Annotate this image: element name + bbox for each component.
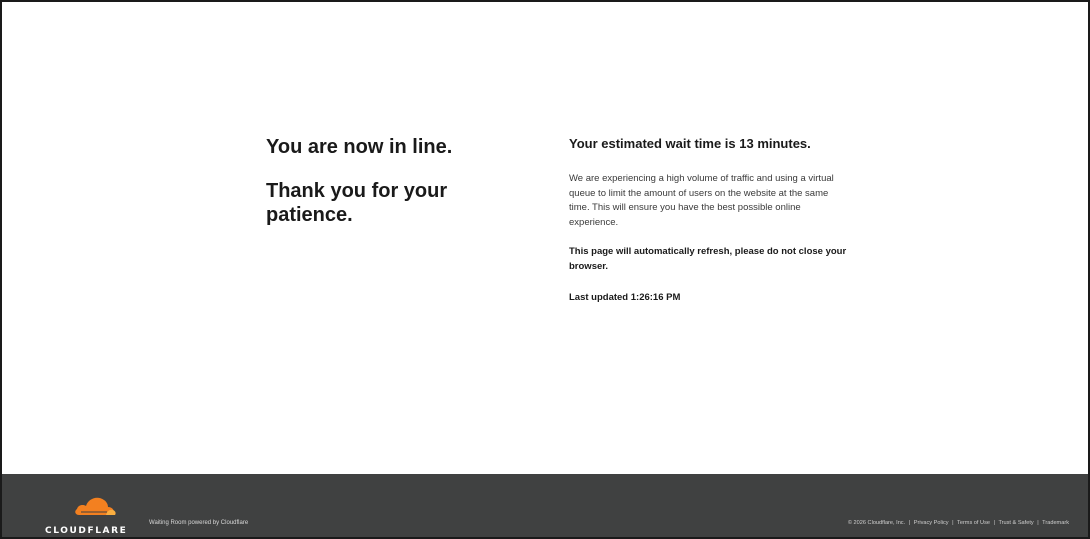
page-frame: You are now in line. Thank you for your … (0, 0, 1090, 539)
estimated-wait-time: Your estimated wait time is 13 minutes. (569, 136, 811, 151)
separator: | (908, 520, 911, 526)
separator: | (952, 520, 954, 526)
separator: | (1037, 520, 1039, 526)
queue-description: We are experiencing a high volume of tra… (569, 173, 834, 228)
last-updated-timestamp: Last updated 1:26:16 PM (569, 292, 681, 303)
cloudflare-cloud-icon (75, 497, 116, 515)
queue-message: You are now in line. Thank you for your … (266, 135, 506, 227)
copyright-text: © 2026 Cloudflare, Inc. (847, 520, 906, 526)
main-content: You are now in line. Thank you for your … (2, 2, 1088, 474)
cloudflare-logo: CLOUDFLARE (45, 492, 145, 536)
brand-wordmark: CLOUDFLARE (45, 526, 128, 536)
refresh-notice: This page will automatically refresh, pl… (569, 246, 847, 272)
powered-by-text: Waiting Room powered by Cloudflare (149, 520, 249, 526)
queue-heading: You are now in line. (266, 136, 453, 158)
separator: | (993, 520, 995, 526)
footer: CLOUDFLARE Waiting Room powered by Cloud… (2, 474, 1088, 537)
trademark-link[interactable]: Trademark (1042, 520, 1069, 526)
legal-links: © 2026 Cloudflare, Inc. | Privacy Policy… (848, 520, 1069, 526)
privacy-policy-link[interactable]: Privacy Policy (914, 520, 949, 526)
queue-details: Your estimated wait time is 13 minutes. … (569, 136, 851, 305)
thank-you-heading: Thank you for your patience. (266, 180, 448, 226)
trust-safety-link[interactable]: Trust & Safety (998, 520, 1033, 526)
terms-of-use-link[interactable]: Terms of Use (957, 520, 990, 526)
